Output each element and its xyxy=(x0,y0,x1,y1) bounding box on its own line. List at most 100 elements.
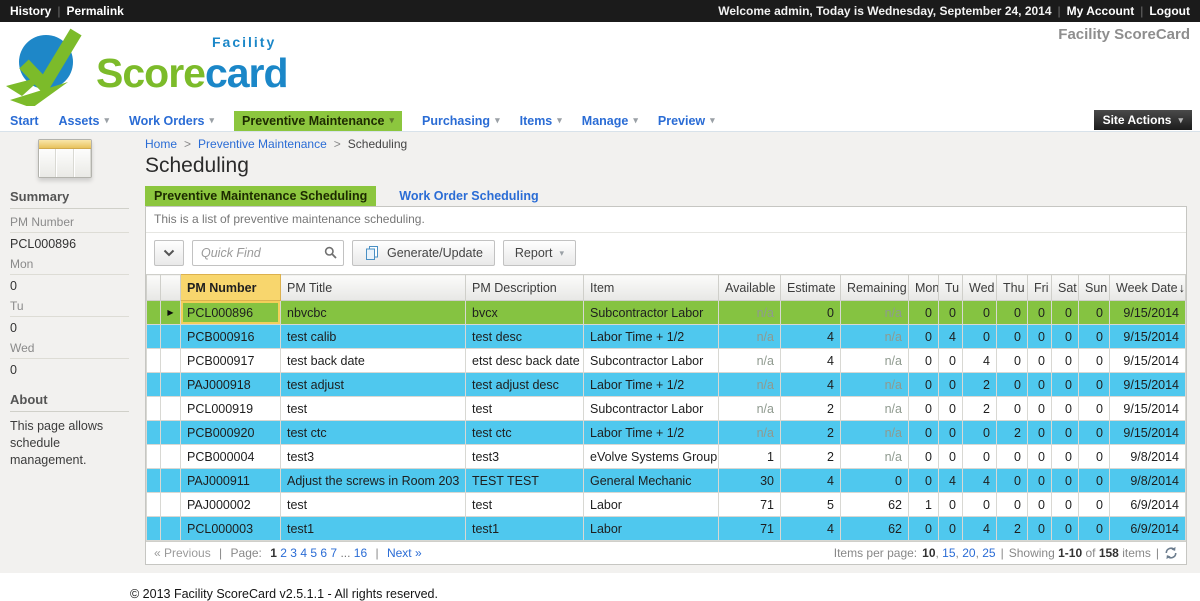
cell-remaining[interactable]: n/a xyxy=(841,397,909,421)
cell-week-date[interactable]: 6/9/2014 xyxy=(1110,517,1186,541)
cell-item[interactable]: General Mechanic xyxy=(584,469,719,493)
column-header-week-date[interactable]: Week Date↓ xyxy=(1110,275,1186,301)
tab-work-order-scheduling[interactable]: Work Order Scheduling xyxy=(390,186,547,206)
cell-mon[interactable]: 0 xyxy=(909,325,939,349)
quick-find-input[interactable] xyxy=(192,240,344,266)
history-link[interactable]: History xyxy=(10,4,51,18)
cell-estimate[interactable]: 4 xyxy=(781,325,841,349)
cell-fri[interactable]: 0 xyxy=(1028,325,1052,349)
filter-dropdown-button[interactable] xyxy=(154,240,184,266)
cell-thu[interactable]: 0 xyxy=(997,325,1028,349)
cell-tu[interactable]: 4 xyxy=(939,469,963,493)
cell-pm-description[interactable]: test adjust desc xyxy=(466,373,584,397)
cell-sat[interactable]: 0 xyxy=(1052,397,1079,421)
column-header-item[interactable]: Item xyxy=(584,275,719,301)
nav-item-items[interactable]: Items▾ xyxy=(520,114,562,128)
cell-estimate[interactable]: 2 xyxy=(781,397,841,421)
cell-fri[interactable]: 0 xyxy=(1028,517,1052,541)
generate-update-button[interactable]: Generate/Update xyxy=(352,240,495,266)
cell-item[interactable]: Labor Time + 1/2 xyxy=(584,325,719,349)
cell-fri[interactable]: 0 xyxy=(1028,397,1052,421)
cell-item[interactable]: Labor xyxy=(584,493,719,517)
cell-pm-description[interactable]: TEST TEST xyxy=(466,469,584,493)
column-header-estimate[interactable]: Estimate xyxy=(781,275,841,301)
cell-pm-number[interactable]: PCB000916 xyxy=(181,325,281,349)
cell-remaining[interactable]: 0 xyxy=(841,469,909,493)
cell-pm-number[interactable]: PAJ000918 xyxy=(181,373,281,397)
cell-thu[interactable]: 0 xyxy=(997,397,1028,421)
cell-available[interactable]: 71 xyxy=(719,493,781,517)
cell-pm-number[interactable]: PCB000004 xyxy=(181,445,281,469)
cell-week-date[interactable]: 6/9/2014 xyxy=(1110,493,1186,517)
cell-available[interactable]: n/a xyxy=(719,301,781,325)
cell-thu[interactable]: 2 xyxy=(997,421,1028,445)
cell-week-date[interactable]: 9/8/2014 xyxy=(1110,445,1186,469)
cell-sun[interactable]: 0 xyxy=(1079,301,1110,325)
cell-pm-title[interactable]: test adjust xyxy=(281,373,466,397)
cell-tu[interactable]: 4 xyxy=(939,325,963,349)
cell-mon[interactable]: 0 xyxy=(909,349,939,373)
cell-available[interactable]: n/a xyxy=(719,397,781,421)
cell-tu[interactable]: 0 xyxy=(939,397,963,421)
cell-pm-title[interactable]: test ctc xyxy=(281,421,466,445)
cell-pm-title[interactable]: test xyxy=(281,397,466,421)
cell-sun[interactable]: 0 xyxy=(1079,421,1110,445)
cell-sun[interactable]: 0 xyxy=(1079,349,1110,373)
cell-fri[interactable]: 0 xyxy=(1028,421,1052,445)
cell-remaining[interactable]: 62 xyxy=(841,517,909,541)
cell-pm-number[interactable]: PCB000917 xyxy=(181,349,281,373)
cell-pm-title[interactable]: test3 xyxy=(281,445,466,469)
cell-item[interactable]: Labor Time + 1/2 xyxy=(584,421,719,445)
table-row-pcb000917[interactable]: PCB000917test back dateetst desc back da… xyxy=(147,349,1186,373)
cell-tu[interactable]: 0 xyxy=(939,493,963,517)
cell-tu[interactable]: 0 xyxy=(939,421,963,445)
breadcrumb-item-preventive-maintenance[interactable]: Preventive Maintenance xyxy=(198,137,327,151)
cell-thu[interactable]: 0 xyxy=(997,469,1028,493)
cell-fri[interactable]: 0 xyxy=(1028,373,1052,397)
breadcrumb-item-home[interactable]: Home xyxy=(145,137,177,151)
cell-remaining[interactable]: n/a xyxy=(841,421,909,445)
cell-estimate[interactable]: 0 xyxy=(781,301,841,325)
column-header-wed[interactable]: Wed xyxy=(963,275,997,301)
column-header-thu[interactable]: Thu xyxy=(997,275,1028,301)
cell-thu[interactable]: 0 xyxy=(997,493,1028,517)
cell-remaining[interactable]: n/a xyxy=(841,325,909,349)
cell-estimate[interactable]: 5 xyxy=(781,493,841,517)
cell-sat[interactable]: 0 xyxy=(1052,493,1079,517)
cell-fri[interactable]: 0 xyxy=(1028,469,1052,493)
cell-thu[interactable]: 2 xyxy=(997,517,1028,541)
cell-estimate[interactable]: 2 xyxy=(781,421,841,445)
cell-pm-number[interactable]: PCL000896 xyxy=(181,301,281,325)
column-header-mon[interactable]: Mon xyxy=(909,275,939,301)
cell-week-date[interactable]: 9/15/2014 xyxy=(1110,421,1186,445)
refresh-button[interactable] xyxy=(1164,546,1178,560)
cell-pm-description[interactable]: test3 xyxy=(466,445,584,469)
cell-sat[interactable]: 0 xyxy=(1052,469,1079,493)
cell-pm-number[interactable]: PAJ000002 xyxy=(181,493,281,517)
cell-week-date[interactable]: 9/8/2014 xyxy=(1110,469,1186,493)
cell-tu[interactable]: 0 xyxy=(939,373,963,397)
cell-pm-description[interactable]: etst desc back date xyxy=(466,349,584,373)
cell-available[interactable]: n/a xyxy=(719,349,781,373)
nav-item-manage[interactable]: Manage▾ xyxy=(582,114,638,128)
column-header-fri[interactable]: Fri xyxy=(1028,275,1052,301)
page-link-6[interactable]: 6 xyxy=(320,546,327,560)
cell-mon[interactable]: 0 xyxy=(909,469,939,493)
cell-sat[interactable]: 0 xyxy=(1052,301,1079,325)
cell-estimate[interactable]: 4 xyxy=(781,469,841,493)
cell-week-date[interactable]: 9/15/2014 xyxy=(1110,373,1186,397)
items-per-page-option-25[interactable]: 25 xyxy=(982,546,995,560)
cell-wed[interactable]: 0 xyxy=(963,493,997,517)
cell-week-date[interactable]: 9/15/2014 xyxy=(1110,397,1186,421)
cell-fri[interactable]: 0 xyxy=(1028,445,1052,469)
items-per-page-option-20[interactable]: 20 xyxy=(962,546,975,560)
cell-week-date[interactable]: 9/15/2014 xyxy=(1110,349,1186,373)
cell-pm-description[interactable]: test xyxy=(466,397,584,421)
cell-sun[interactable]: 0 xyxy=(1079,397,1110,421)
cell-estimate[interactable]: 4 xyxy=(781,349,841,373)
cell-thu[interactable]: 0 xyxy=(997,373,1028,397)
cell-thu[interactable]: 0 xyxy=(997,349,1028,373)
page-link-5[interactable]: 5 xyxy=(310,546,317,560)
cell-tu[interactable]: 0 xyxy=(939,517,963,541)
cell-pm-number[interactable]: PCL000919 xyxy=(181,397,281,421)
